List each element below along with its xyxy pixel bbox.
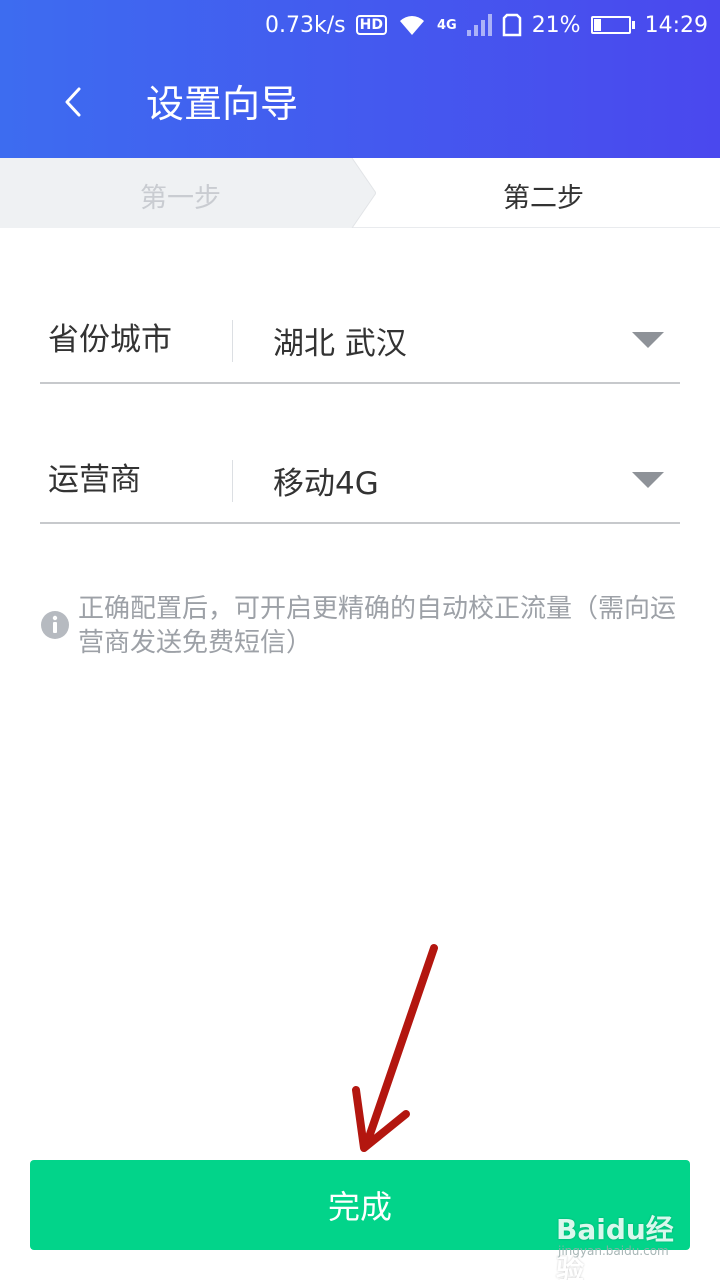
signal-icon (466, 14, 492, 36)
network-type: 4G (436, 17, 457, 33)
field-divider (232, 460, 233, 502)
sim-icon (502, 13, 522, 37)
battery-icon (590, 16, 635, 34)
info-icon (41, 611, 69, 639)
step-2-label: 第二步 (503, 183, 584, 214)
status-bar: 0.73k/s HD 4G 21% 14:29 (0, 0, 720, 50)
baidu-watermark-logo: Baidu经验 jingyan.baidu.com (556, 1200, 696, 1280)
app-header: 0.73k/s HD 4G 21% 14:29 设置向导 (0, 0, 720, 158)
carrier-select[interactable]: 运营商 移动4G (40, 444, 680, 524)
step-1-tab[interactable]: 第一步 (0, 158, 376, 228)
title-bar: 设置向导 (0, 60, 720, 150)
province-city-select[interactable]: 省份城市 湖北 武汉 (40, 304, 680, 384)
dropdown-arrow-icon (632, 332, 664, 348)
carrier-label: 运营商 (48, 462, 141, 498)
step-1-label: 第一步 (140, 183, 221, 214)
watermark-sub: jingyan.baidu.com (558, 1244, 669, 1258)
hd-icon: HD (355, 15, 387, 35)
chevron-left-icon (65, 87, 81, 117)
battery-percent: 21% (531, 12, 581, 38)
page-title: 设置向导 (146, 82, 299, 126)
net-speed: 0.73k/s (265, 12, 346, 38)
dropdown-arrow-icon (632, 472, 664, 488)
wifi-icon (397, 13, 427, 37)
field-divider (232, 320, 233, 362)
carrier-value: 移动4G (273, 466, 379, 502)
province-city-value: 湖北 武汉 (273, 326, 407, 362)
hint-text: 正确配置后，可开启更精确的自动校正流量（需向运营商发送免费短信） (78, 594, 677, 658)
province-city-label: 省份城市 (48, 322, 172, 358)
step-indicator: 第一步 第二步 (0, 158, 720, 228)
back-button[interactable] (52, 80, 96, 124)
clock: 14:29 (644, 12, 708, 38)
annotation-arrow-icon (352, 944, 438, 1152)
